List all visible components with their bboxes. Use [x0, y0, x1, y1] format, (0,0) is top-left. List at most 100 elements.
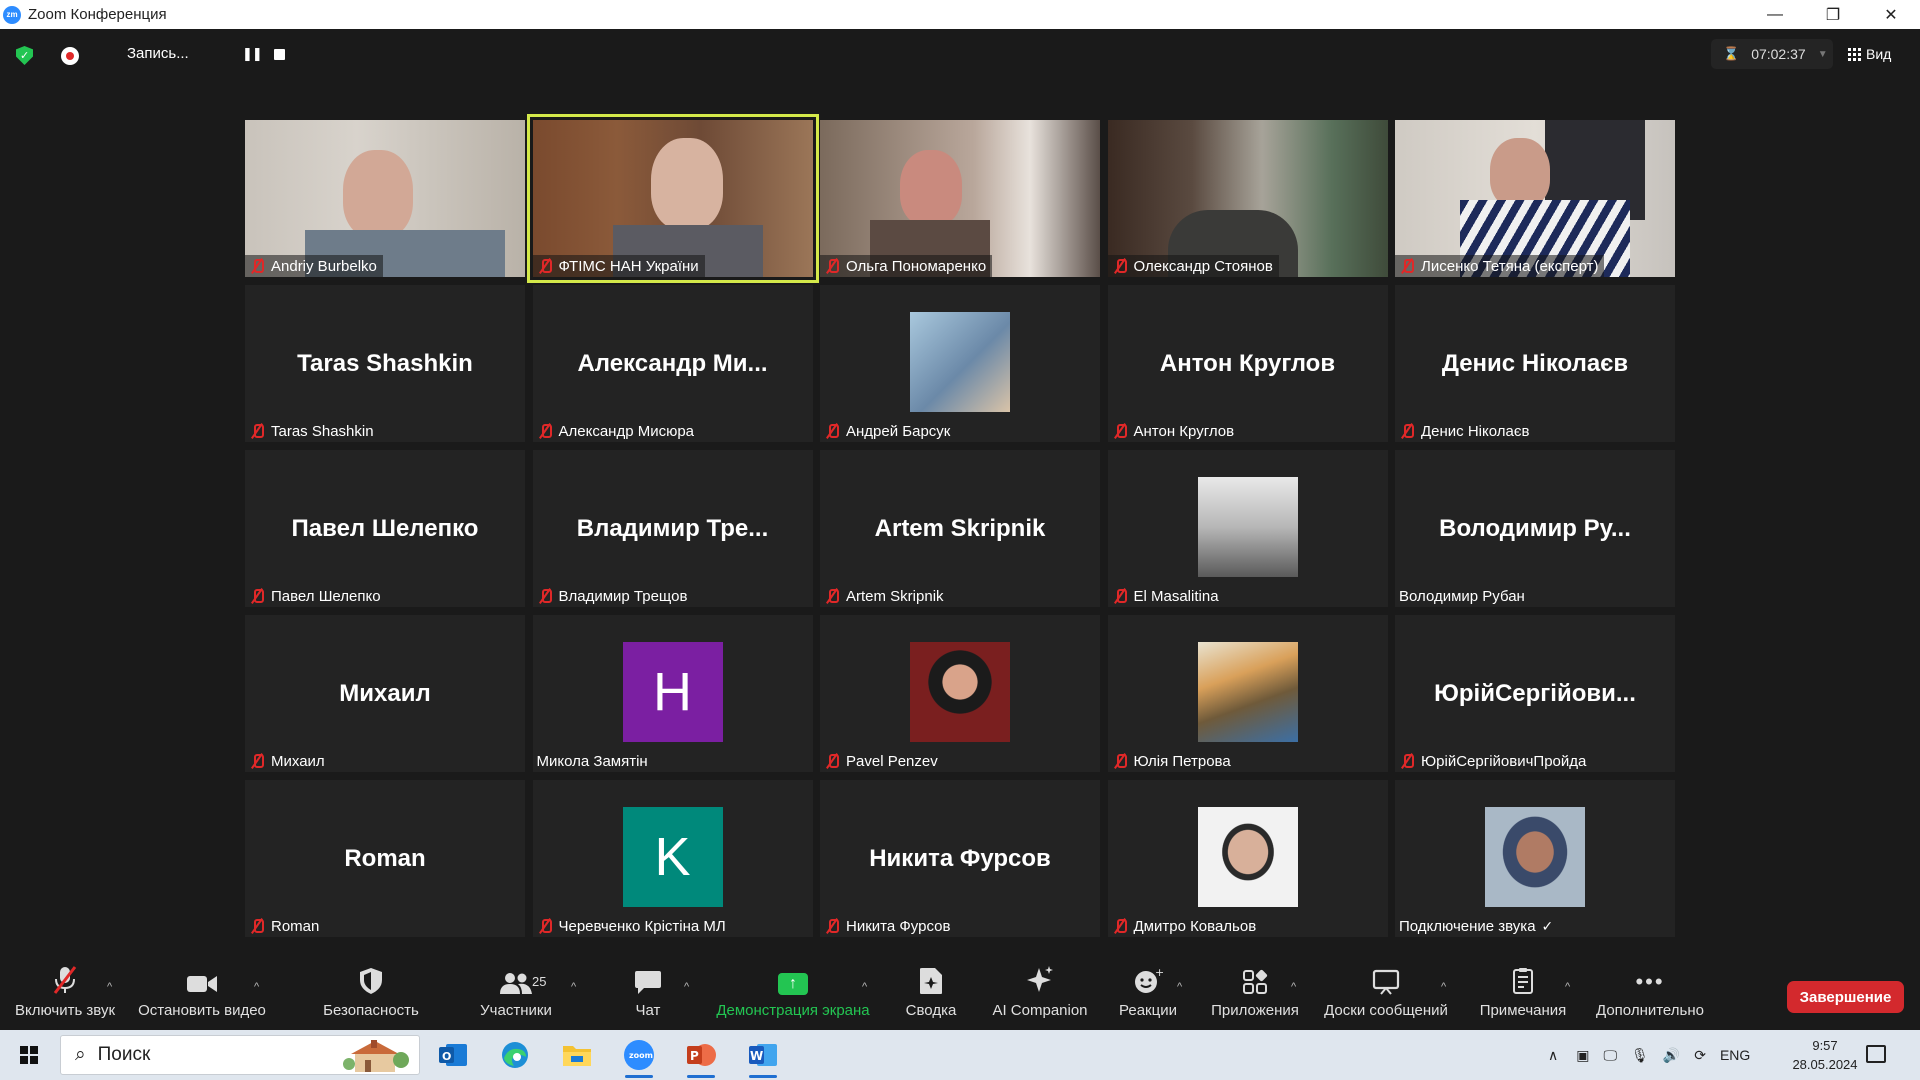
participant-tile[interactable]: ФТІМС НАН України: [526, 114, 819, 283]
mic-muted-icon: [249, 258, 265, 274]
participant-tile[interactable]: Лисенко Тетяна (експерт): [1395, 120, 1675, 277]
participant-name: Денис Ніколаєв: [1421, 422, 1530, 440]
participant-tile[interactable]: Ольга Пономаренко: [820, 120, 1100, 277]
stop-video-button[interactable]: Остановить видео: [137, 955, 267, 1030]
participant-tile[interactable]: Taras Shashkin Taras Shashkin: [245, 285, 525, 442]
mic-muted-icon: [537, 258, 553, 274]
participant-display-name: Taras Shashkin: [297, 349, 473, 377]
minimize-button[interactable]: —: [1746, 0, 1804, 29]
notes-icon: [1511, 955, 1535, 995]
share-screen-button[interactable]: ↑ Демонстрация экрана: [713, 955, 873, 1030]
chat-bubble-icon: [634, 955, 662, 995]
participant-tile[interactable]: Владимир Тре... Владимир Трещов: [532, 450, 813, 607]
sync-icon[interactable]: ⟳: [1694, 1047, 1706, 1064]
participant-nameplate: Александр Мисюра: [533, 420, 701, 442]
whiteboards-options-caret[interactable]: ^: [1441, 981, 1446, 993]
outlook-icon[interactable]: O: [433, 1035, 473, 1075]
participant-tile[interactable]: Дмитро Ковальов: [1107, 780, 1388, 937]
powerpoint-icon[interactable]: P: [681, 1035, 721, 1078]
chat-button[interactable]: Чат: [613, 955, 683, 1030]
meet-now-icon[interactable]: ▣: [1576, 1047, 1589, 1064]
profile-photo: [910, 312, 1010, 412]
participant-tile[interactable]: Юлія Петрова: [1107, 615, 1388, 772]
participant-name: Владимир Трещов: [558, 587, 688, 605]
language-indicator[interactable]: ENG: [1720, 1047, 1750, 1063]
word-icon[interactable]: W: [743, 1035, 783, 1078]
taskbar-clock[interactable]: 9:57 28.05.2024: [1790, 1036, 1860, 1074]
participants-options-caret[interactable]: ^: [571, 981, 576, 993]
participant-nameplate: Михаил: [245, 750, 331, 772]
more-button[interactable]: ••• Дополнительно: [1590, 955, 1710, 1030]
notes-options-caret[interactable]: ^: [1565, 981, 1570, 993]
notes-button[interactable]: Примечания: [1470, 955, 1576, 1030]
participant-tile[interactable]: Павел Шелепко Павел Шелепко: [245, 450, 525, 607]
participant-tile[interactable]: Михаил Михаил: [245, 615, 525, 772]
network-icon[interactable]: 🖵: [1603, 1047, 1617, 1064]
reactions-options-caret[interactable]: ^: [1177, 981, 1182, 993]
checkmark-icon: ✓: [1541, 917, 1554, 934]
participant-tile[interactable]: Денис Ніколаєв Денис Ніколаєв: [1395, 285, 1675, 442]
clock-time: 9:57: [1812, 1038, 1838, 1053]
participant-tile[interactable]: ЮрійСергійови... ЮрійСергійовичПройда: [1395, 615, 1675, 772]
pause-recording-button[interactable]: ❚❚: [242, 46, 263, 62]
participant-tile[interactable]: Pavel Penzev: [820, 615, 1100, 772]
restore-button[interactable]: ❐: [1804, 0, 1862, 29]
participant-tile[interactable]: K Черевченко Крістіна МЛ: [532, 780, 813, 937]
participant-tile[interactable]: Roman Roman: [245, 780, 525, 937]
participant-name: Юлія Петрова: [1133, 752, 1231, 770]
participant-tile[interactable]: Подключение звука ✓: [1395, 780, 1675, 937]
summary-button[interactable]: Сводка: [891, 955, 971, 1030]
ai-companion-button[interactable]: AI Companion: [985, 955, 1095, 1030]
mic-muted-icon: [1399, 258, 1415, 274]
participant-tile[interactable]: H Микола Замятін: [532, 615, 813, 772]
participant-tile[interactable]: Андрей Барсук: [820, 285, 1100, 442]
summary-icon: [919, 955, 943, 995]
participant-tile[interactable]: Andriy Burbelko: [245, 120, 525, 277]
audio-options-caret[interactable]: ^: [107, 981, 112, 993]
participant-display-name: Денис Ніколаєв: [1441, 349, 1629, 377]
chat-options-caret[interactable]: ^: [684, 981, 689, 993]
windows-start-icon[interactable]: [20, 1046, 38, 1064]
mic-muted-icon: [824, 918, 840, 934]
whiteboards-button[interactable]: Доски сообщений: [1318, 955, 1454, 1030]
volume-icon[interactable]: 🔊: [1663, 1047, 1680, 1064]
svg-text:zoom: zoom: [629, 1051, 653, 1060]
participant-name: Володимир Рубан: [1399, 587, 1525, 605]
participants-icon: [499, 955, 533, 995]
participants-button[interactable]: Участники: [466, 955, 566, 1030]
unmute-button[interactable]: Включить звук: [10, 955, 120, 1030]
mic-muted-icon: [249, 753, 265, 769]
apps-options-caret[interactable]: ^: [1291, 981, 1296, 993]
reactions-button[interactable]: + Реакции: [1108, 955, 1188, 1030]
participant-tile[interactable]: Антон Круглов Антон Круглов: [1107, 285, 1388, 442]
participant-display-name: Павел Шелепко: [291, 514, 479, 542]
stop-video-label: Остановить видео: [138, 1002, 266, 1019]
mic-muted-icon: [824, 588, 840, 604]
file-explorer-icon[interactable]: [557, 1035, 597, 1075]
microphone-icon[interactable]: 🎙: [1631, 1047, 1649, 1064]
chat-label: Чат: [635, 1002, 661, 1019]
share-options-caret[interactable]: ^: [862, 981, 867, 993]
participant-tile[interactable]: El Masalitina: [1107, 450, 1388, 607]
zoom-icon[interactable]: zoom: [619, 1035, 659, 1078]
stop-recording-button[interactable]: [274, 49, 285, 60]
participant-name: Подключение звука: [1399, 917, 1536, 935]
security-button[interactable]: Безопасность: [321, 955, 421, 1030]
participant-tile[interactable]: Artem Skripnik Artem Skripnik: [820, 450, 1100, 607]
participant-tile[interactable]: Олександр Стоянов: [1107, 120, 1388, 277]
end-meeting-button[interactable]: Завершение: [1787, 981, 1904, 1013]
letter-avatar: K: [622, 807, 723, 907]
view-button[interactable]: Вид: [1848, 39, 1891, 69]
participant-tile[interactable]: Володимир Ру... Володимир Рубан: [1395, 450, 1675, 607]
taskbar-search[interactable]: ⌕ Поиск: [60, 1035, 420, 1075]
edge-icon[interactable]: [495, 1035, 535, 1075]
video-options-caret[interactable]: ^: [254, 981, 259, 993]
close-button[interactable]: ✕: [1862, 0, 1920, 29]
participant-tile[interactable]: Никита Фурсов Никита Фурсов: [820, 780, 1100, 937]
chevron-up-icon[interactable]: ∧: [1548, 1047, 1558, 1064]
notifications-icon[interactable]: [1866, 1045, 1886, 1063]
letter-avatar: H: [622, 642, 723, 742]
participant-tile[interactable]: Александр Ми... Александр Мисюра: [532, 285, 813, 442]
meeting-timer[interactable]: ⌛ 07:02:37 ▼: [1711, 39, 1833, 69]
participant-display-name: Володимир Ру...: [1439, 514, 1631, 542]
